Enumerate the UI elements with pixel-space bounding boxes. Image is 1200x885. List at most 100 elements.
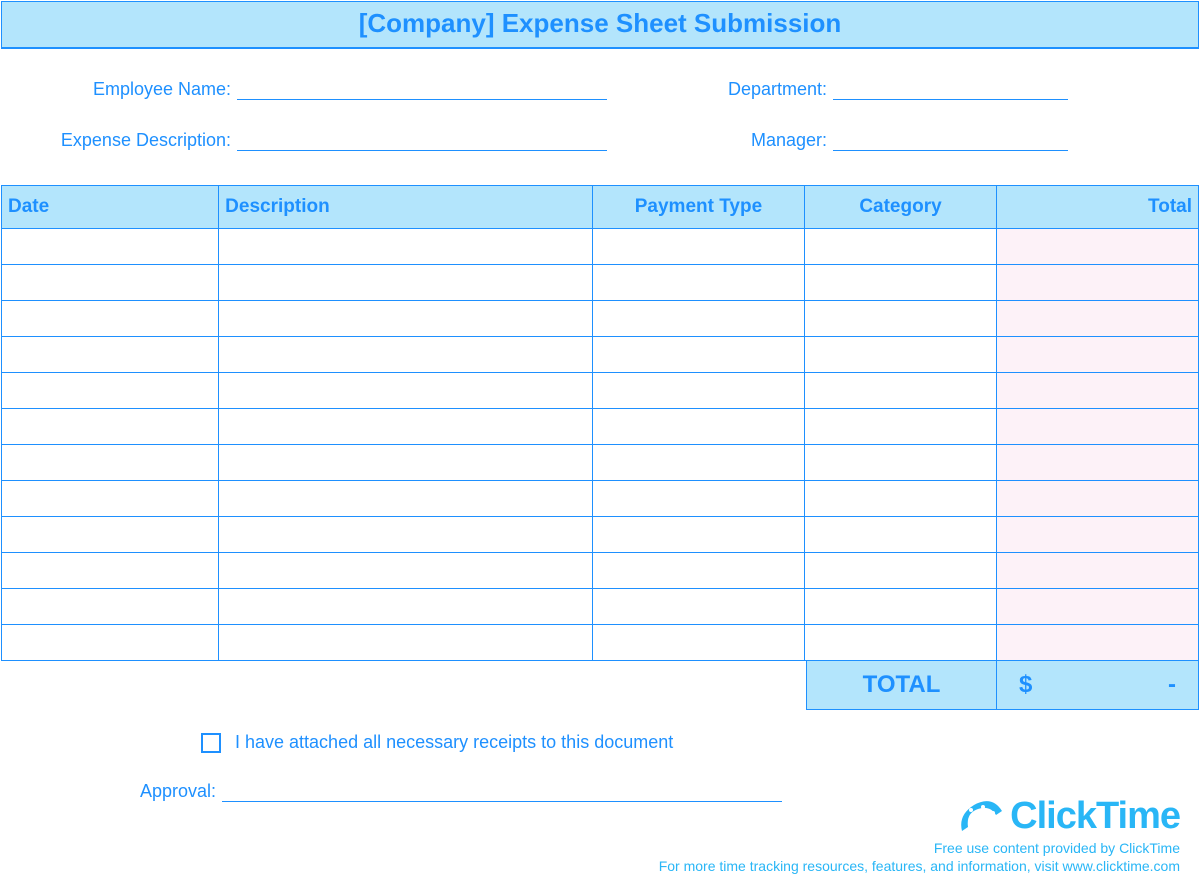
table-cell[interactable] xyxy=(2,265,219,301)
table-cell[interactable] xyxy=(2,589,219,625)
table-cell[interactable] xyxy=(996,337,1198,373)
table-cell[interactable] xyxy=(996,517,1198,553)
footer-line-2: For more time tracking resources, featur… xyxy=(659,858,1180,874)
table-cell[interactable] xyxy=(2,229,219,265)
table-row xyxy=(2,553,1199,589)
table-cell[interactable] xyxy=(805,301,997,337)
col-header-date: Date xyxy=(2,186,219,229)
table-cell[interactable] xyxy=(805,229,997,265)
table-cell[interactable] xyxy=(805,409,997,445)
table-cell[interactable] xyxy=(219,553,593,589)
table-cell[interactable] xyxy=(592,265,804,301)
brand-name: ClickTime xyxy=(1010,795,1180,838)
table-cell[interactable] xyxy=(219,301,593,337)
info-section: Employee Name: Department: Expense Descr… xyxy=(1,49,1199,185)
table-cell[interactable] xyxy=(219,589,593,625)
expense-description-label: Expense Description: xyxy=(31,130,231,151)
table-row xyxy=(2,625,1199,661)
table-cell[interactable] xyxy=(2,409,219,445)
table-row xyxy=(2,373,1199,409)
brand-logo: ClickTime xyxy=(659,795,1180,838)
receipts-attestation-text: I have attached all necessary receipts t… xyxy=(235,732,673,753)
table-cell[interactable] xyxy=(219,481,593,517)
table-cell[interactable] xyxy=(805,265,997,301)
table-cell[interactable] xyxy=(996,445,1198,481)
department-field[interactable] xyxy=(833,80,1068,100)
table-cell[interactable] xyxy=(592,481,804,517)
table-cell[interactable] xyxy=(592,301,804,337)
table-cell[interactable] xyxy=(2,481,219,517)
table-cell[interactable] xyxy=(592,445,804,481)
table-cell[interactable] xyxy=(592,589,804,625)
table-row xyxy=(2,445,1199,481)
employee-name-label: Employee Name: xyxy=(31,79,231,100)
col-header-total: Total xyxy=(996,186,1198,229)
table-cell[interactable] xyxy=(996,409,1198,445)
table-cell[interactable] xyxy=(805,517,997,553)
table-cell[interactable] xyxy=(2,625,219,661)
table-cell[interactable] xyxy=(592,229,804,265)
table-cell[interactable] xyxy=(996,373,1198,409)
table-row xyxy=(2,337,1199,373)
table-cell[interactable] xyxy=(2,337,219,373)
page-title: [Company] Expense Sheet Submission xyxy=(1,1,1199,49)
table-cell[interactable] xyxy=(805,553,997,589)
table-cell[interactable] xyxy=(219,265,593,301)
table-cell[interactable] xyxy=(219,445,593,481)
table-cell[interactable] xyxy=(219,409,593,445)
table-cell[interactable] xyxy=(805,445,997,481)
table-cell[interactable] xyxy=(2,553,219,589)
table-row xyxy=(2,409,1199,445)
table-cell[interactable] xyxy=(805,589,997,625)
total-value: $ - xyxy=(997,661,1199,710)
table-cell[interactable] xyxy=(2,373,219,409)
total-amount: - xyxy=(1168,671,1176,699)
table-cell[interactable] xyxy=(592,517,804,553)
table-cell[interactable] xyxy=(996,265,1198,301)
table-row xyxy=(2,517,1199,553)
table-cell[interactable] xyxy=(805,625,997,661)
table-row xyxy=(2,481,1199,517)
expense-table: Date Description Payment Type Category T… xyxy=(1,185,1199,661)
table-cell[interactable] xyxy=(592,553,804,589)
table-row xyxy=(2,301,1199,337)
table-cell[interactable] xyxy=(2,301,219,337)
table-cell[interactable] xyxy=(592,337,804,373)
table-cell[interactable] xyxy=(805,373,997,409)
employee-name-field[interactable] xyxy=(237,80,607,100)
table-cell[interactable] xyxy=(996,301,1198,337)
table-cell[interactable] xyxy=(592,373,804,409)
table-cell[interactable] xyxy=(219,373,593,409)
table-row xyxy=(2,265,1199,301)
department-label: Department: xyxy=(607,79,827,100)
table-cell[interactable] xyxy=(219,625,593,661)
total-currency: $ xyxy=(1019,671,1032,699)
table-cell[interactable] xyxy=(2,445,219,481)
receipts-checkbox[interactable] xyxy=(201,733,221,753)
table-cell[interactable] xyxy=(996,553,1198,589)
approval-label: Approval: xyxy=(131,781,216,802)
table-cell[interactable] xyxy=(219,337,593,373)
manager-field[interactable] xyxy=(833,131,1068,151)
col-header-description: Description xyxy=(219,186,593,229)
table-cell[interactable] xyxy=(219,229,593,265)
total-label: TOTAL xyxy=(806,661,997,710)
table-cell[interactable] xyxy=(996,229,1198,265)
table-cell[interactable] xyxy=(996,481,1198,517)
table-cell[interactable] xyxy=(592,409,804,445)
table-cell[interactable] xyxy=(805,337,997,373)
footer: ClickTime Free use content provided by C… xyxy=(659,795,1180,874)
clock-icon xyxy=(956,797,1004,837)
expense-description-field[interactable] xyxy=(237,131,607,151)
table-cell[interactable] xyxy=(996,589,1198,625)
manager-label: Manager: xyxy=(607,130,827,151)
footer-line-1: Free use content provided by ClickTime xyxy=(659,840,1180,856)
col-header-category: Category xyxy=(805,186,997,229)
table-row xyxy=(2,229,1199,265)
table-cell[interactable] xyxy=(219,517,593,553)
col-header-payment-type: Payment Type xyxy=(592,186,804,229)
table-cell[interactable] xyxy=(805,481,997,517)
table-cell[interactable] xyxy=(592,625,804,661)
table-cell[interactable] xyxy=(996,625,1198,661)
table-cell[interactable] xyxy=(2,517,219,553)
